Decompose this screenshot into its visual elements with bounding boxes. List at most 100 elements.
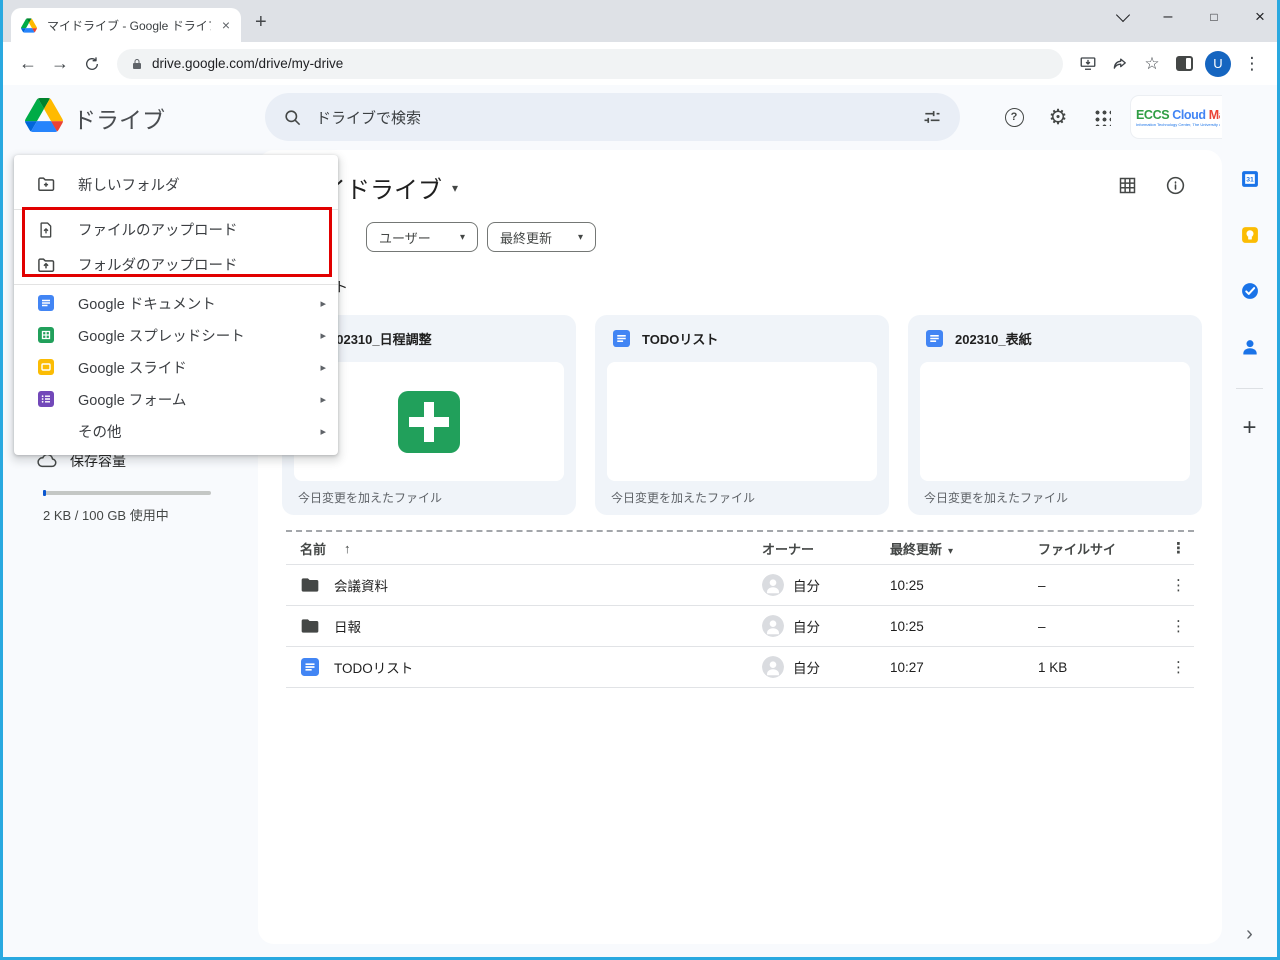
tab-search-icon[interactable] xyxy=(1108,4,1138,30)
submenu-arrow-icon: ▸ xyxy=(320,329,326,342)
get-addons-icon[interactable]: + xyxy=(1239,414,1261,441)
file-preview xyxy=(607,362,877,481)
sheets-logo-icon xyxy=(398,390,460,453)
title-dropdown-icon[interactable]: ▾ xyxy=(452,181,458,195)
drive-app: ドライブ ドライブで検索 ? ⚙ ECCS Cloud Mail Informa… xyxy=(3,85,1277,957)
storage-usage-text: 2 KB / 100 GB 使用中 xyxy=(43,508,169,523)
filter-chip-people[interactable]: ユーザー ▾ xyxy=(366,222,478,252)
sheets-icon xyxy=(36,327,56,343)
menu-item-google-sheets[interactable]: Google スプレッドシート ▸ xyxy=(14,319,338,351)
hide-side-panel-icon[interactable]: › xyxy=(1239,923,1261,945)
folder-upload-icon xyxy=(36,255,56,275)
menu-item-google-forms[interactable]: Google フォーム ▸ xyxy=(14,383,338,415)
column-owner[interactable]: オーナー xyxy=(762,539,890,558)
chevron-down-icon: ▾ xyxy=(459,231,465,243)
browser-tab[interactable]: マイドライブ - Google ドライブ × xyxy=(11,8,241,42)
tasks-icon[interactable] xyxy=(1239,280,1261,302)
menu-item-file-upload[interactable]: ファイルのアップロード xyxy=(14,212,338,247)
file-card-caption: 今日変更を加えたファイル xyxy=(924,491,1069,505)
help-icon[interactable]: ? xyxy=(1001,104,1027,130)
reload-button[interactable] xyxy=(77,49,107,79)
account-badge-subtext: Information Technology Center, The Unive… xyxy=(1136,121,1220,127)
keep-icon[interactable] xyxy=(1239,224,1261,246)
folder-icon xyxy=(300,575,320,595)
sort-ascending-icon[interactable]: ↑ xyxy=(344,541,351,556)
window-maximize-button[interactable]: □ xyxy=(1199,4,1229,30)
table-header: 名前 ↑ オーナー 最終更新 ▾ ファイルサイ ⋮ xyxy=(286,530,1194,565)
drive-favicon-icon xyxy=(19,17,39,33)
file-card-caption: 今日変更を加えたファイル xyxy=(611,491,756,505)
submenu-arrow-icon: ▸ xyxy=(320,425,326,438)
table-row[interactable]: 会議資料 自分 10:25 – ⋮ xyxy=(286,565,1194,606)
sort-descending-icon: ▾ xyxy=(948,545,954,557)
menu-divider xyxy=(14,209,338,210)
back-button[interactable]: ← xyxy=(13,49,43,79)
forward-button[interactable]: → xyxy=(45,49,75,79)
docs-icon xyxy=(300,658,320,676)
owner-avatar xyxy=(762,615,784,637)
filter-chip-modified[interactable]: 最終更新 ▾ xyxy=(487,222,596,252)
table-header-menu-icon[interactable]: ⋮ xyxy=(1150,539,1186,557)
file-card[interactable]: TODOリスト 今日変更を加えたファイル xyxy=(595,315,889,515)
side-panel-rail: 31 + › xyxy=(1222,85,1277,957)
tab-title: マイドライブ - Google ドライブ xyxy=(47,18,211,33)
grid-view-icon[interactable] xyxy=(1116,174,1138,196)
browser-menu-icon[interactable]: ⋮ xyxy=(1237,49,1267,79)
account-badge-logo: ECCS Cloud Mail Information Technology C… xyxy=(1136,107,1220,127)
bookmark-star-icon[interactable]: ☆ xyxy=(1137,49,1167,79)
address-bar[interactable]: drive.google.com/drive/my-drive xyxy=(117,48,1063,79)
window-close-button[interactable]: × xyxy=(1245,4,1275,30)
docs-icon xyxy=(611,330,631,347)
submenu-arrow-icon: ▸ xyxy=(320,297,326,310)
window-minimize-button[interactable]: – xyxy=(1153,4,1183,30)
new-tab-button[interactable]: + xyxy=(255,12,267,32)
tab-close-icon[interactable]: × xyxy=(219,17,233,33)
svg-text:31: 31 xyxy=(1246,177,1254,184)
file-preview xyxy=(920,362,1190,481)
browser-toolbar: ← → drive.google.com/drive/my-drive ☆ U … xyxy=(3,42,1277,85)
drive-search-input[interactable]: ドライブで検索 xyxy=(265,93,960,141)
menu-item-more[interactable]: その他 ▸ xyxy=(14,415,338,447)
column-size[interactable]: ファイルサイ xyxy=(1038,539,1150,558)
storage-progress-bar xyxy=(43,490,211,496)
row-menu-icon[interactable]: ⋮ xyxy=(1150,658,1186,676)
file-card[interactable]: 202310_表紙 今日変更を加えたファイル xyxy=(908,315,1202,515)
menu-item-google-slides[interactable]: Google スライド ▸ xyxy=(14,351,338,383)
search-options-icon[interactable] xyxy=(922,107,942,127)
file-upload-icon xyxy=(36,220,56,240)
drive-logo-icon[interactable] xyxy=(25,98,63,132)
folder-icon xyxy=(300,616,320,636)
share-icon[interactable] xyxy=(1105,49,1135,79)
owner-avatar xyxy=(762,656,784,678)
settings-gear-icon[interactable]: ⚙ xyxy=(1045,104,1071,130)
storage-section: 保存容量 2 KB / 100 GB 使用中 xyxy=(37,451,237,524)
chevron-down-icon: ▾ xyxy=(577,231,583,243)
menu-item-google-docs[interactable]: Google ドキュメント ▸ xyxy=(14,287,338,319)
install-icon[interactable] xyxy=(1073,49,1103,79)
browser-window: マイドライブ - Google ドライブ × + – □ × ← → drive… xyxy=(0,0,1280,960)
column-modified[interactable]: 最終更新 ▾ xyxy=(890,539,1038,558)
new-menu: 新しいフォルダ ファイルのアップロード フォルダのアップロード Google ド… xyxy=(14,155,338,455)
file-card-caption: 今日変更を加えたファイル xyxy=(298,491,443,505)
google-apps-grid-icon[interactable] xyxy=(1089,104,1115,130)
docs-icon xyxy=(924,330,944,347)
menu-item-new-folder[interactable]: 新しいフォルダ xyxy=(14,161,338,207)
folder-plus-icon xyxy=(36,174,56,194)
menu-item-folder-upload[interactable]: フォルダのアップロード xyxy=(14,247,338,282)
table-row[interactable]: 日報 自分 10:25 – ⋮ xyxy=(286,606,1194,647)
row-menu-icon[interactable]: ⋮ xyxy=(1150,617,1186,635)
slides-icon xyxy=(36,359,56,375)
table-row[interactable]: TODOリスト 自分 10:27 1 KB ⋮ xyxy=(286,647,1194,688)
column-name[interactable]: 名前 ↑ xyxy=(300,539,762,558)
lock-icon xyxy=(131,57,143,71)
contacts-icon[interactable] xyxy=(1239,336,1261,358)
search-placeholder: ドライブで検索 xyxy=(316,109,422,127)
row-menu-icon[interactable]: ⋮ xyxy=(1150,576,1186,594)
url-text: drive.google.com/drive/my-drive xyxy=(152,56,344,71)
search-icon[interactable] xyxy=(283,108,302,127)
browser-profile-avatar[interactable]: U xyxy=(1205,50,1231,77)
side-panel-icon[interactable] xyxy=(1169,49,1199,79)
calendar-icon[interactable]: 31 xyxy=(1239,168,1261,190)
info-icon[interactable] xyxy=(1164,174,1186,196)
submenu-arrow-icon: ▸ xyxy=(320,393,326,406)
